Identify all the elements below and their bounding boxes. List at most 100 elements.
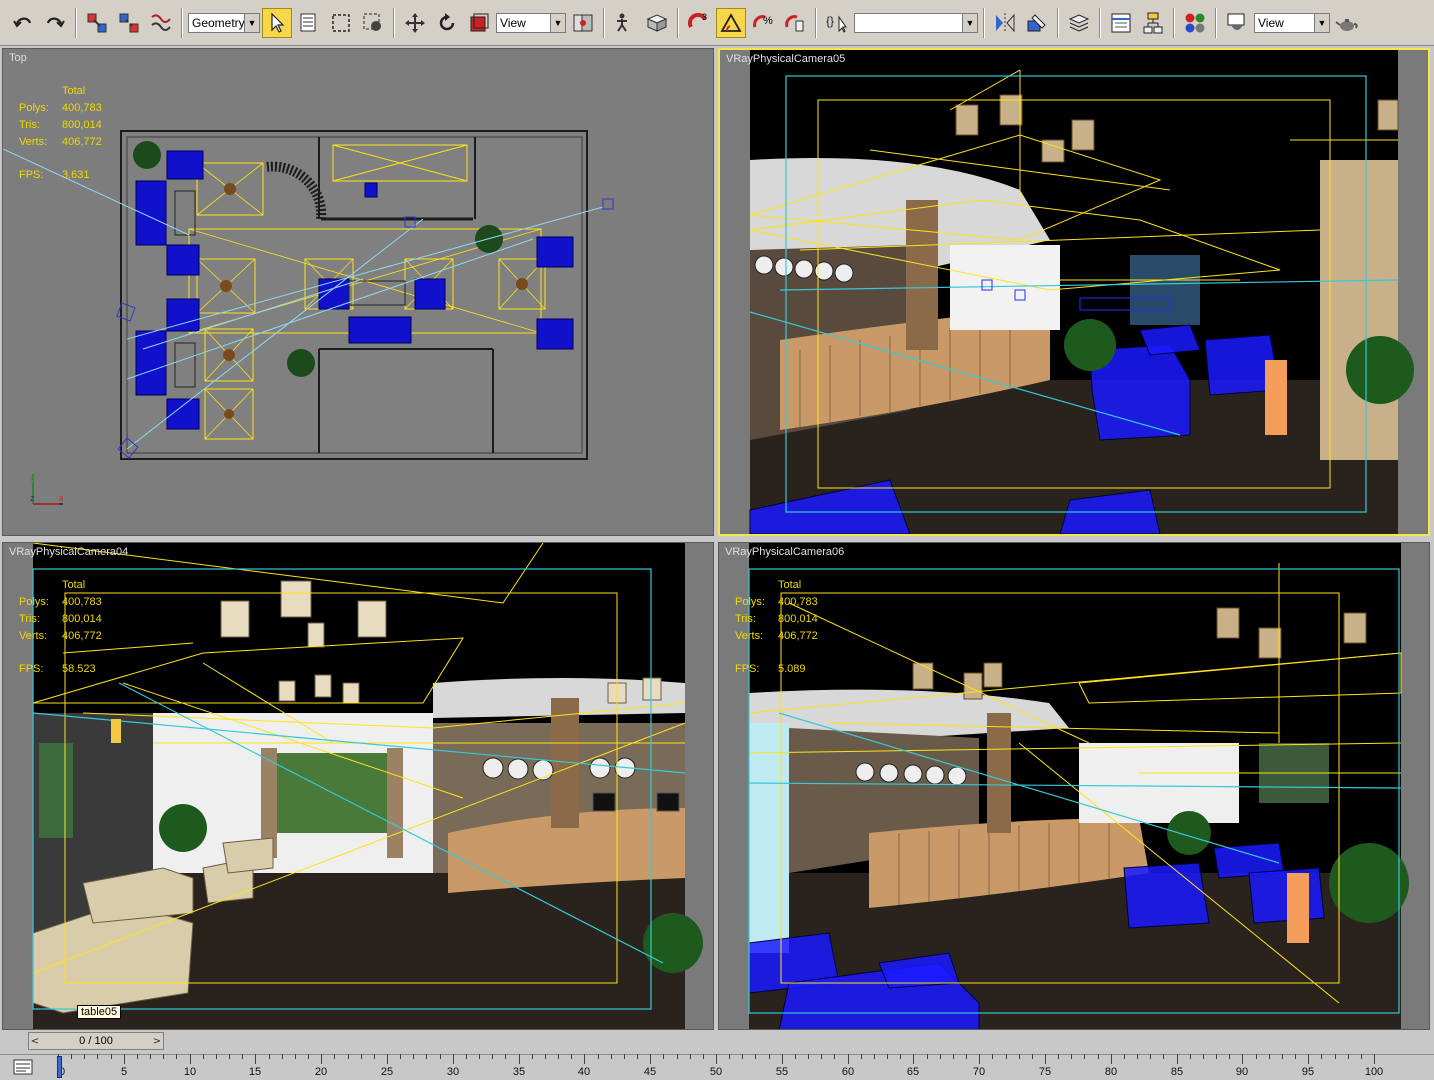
render-setup-button[interactable] bbox=[1222, 8, 1252, 38]
frame-tick bbox=[1163, 1054, 1164, 1059]
frame-tick bbox=[571, 1054, 572, 1059]
frame-tick bbox=[532, 1054, 533, 1059]
material-editor-button[interactable] bbox=[1180, 8, 1210, 38]
frame-tick-label: 100 bbox=[1364, 1066, 1384, 1078]
spinner-snap-toggle-button[interactable] bbox=[780, 8, 810, 38]
frame-tick bbox=[163, 1054, 164, 1059]
undo-button[interactable] bbox=[8, 8, 38, 38]
frame-tick bbox=[703, 1054, 704, 1059]
frame-tick bbox=[861, 1054, 862, 1059]
select-object-button[interactable] bbox=[262, 7, 292, 38]
stats-tris-value: 800,014 bbox=[778, 613, 818, 625]
top-view-scene[interactable]: y z x bbox=[3, 49, 714, 536]
pivot-center-button[interactable] bbox=[568, 8, 598, 38]
reference-coordinate-dropdown[interactable]: View ▼ bbox=[496, 12, 566, 33]
frame-tick bbox=[216, 1054, 217, 1059]
select-by-name-button[interactable] bbox=[294, 8, 324, 38]
angle-snap-icon bbox=[720, 12, 742, 32]
chevron-down-icon: ▼ bbox=[244, 13, 259, 32]
stats-fps-value: 3.631 bbox=[62, 169, 90, 181]
frame-tick bbox=[334, 1054, 335, 1059]
frame-tick bbox=[1177, 1054, 1178, 1064]
frame-tick bbox=[1282, 1054, 1283, 1059]
quick-render-button[interactable] bbox=[1332, 8, 1362, 38]
3dsmax-app: Geometry ▼ View ▼ 3 % {} ▼ View ▼ Top To… bbox=[0, 0, 1434, 1080]
viewport-camera04[interactable]: VRayPhysicalCamera04 Total Polys: 400,78… bbox=[2, 542, 714, 1030]
frame-tick bbox=[729, 1054, 730, 1059]
redo-icon bbox=[46, 17, 65, 28]
frame-tick-label: 90 bbox=[1235, 1066, 1249, 1078]
schematic-view-button[interactable] bbox=[1138, 8, 1168, 38]
frame-tick bbox=[1335, 1054, 1336, 1059]
axis-z-label: z bbox=[30, 493, 35, 503]
named-selection-sets-dropdown[interactable]: ▼ bbox=[854, 12, 978, 33]
time-slider[interactable]: < 0 / 100 > bbox=[28, 1032, 164, 1050]
camera05-scene[interactable] bbox=[720, 50, 1428, 534]
teapot-icon bbox=[1335, 18, 1358, 31]
toolbar-separator bbox=[1099, 7, 1101, 38]
frame-tick bbox=[637, 1054, 638, 1059]
frame-tick bbox=[558, 1054, 559, 1059]
pivot-icon bbox=[573, 14, 593, 31]
scale-icon bbox=[470, 13, 489, 31]
track-view-button[interactable] bbox=[1106, 8, 1136, 38]
frame-tick bbox=[611, 1054, 612, 1059]
viewport-camera06[interactable]: VRayPhysicalCamera06 Total Polys: 400,78… bbox=[718, 542, 1430, 1030]
snaps-toggle-button[interactable]: 3 bbox=[684, 8, 714, 38]
toolbar-separator bbox=[603, 7, 605, 38]
window-crossing-button[interactable] bbox=[358, 8, 388, 38]
selection-filter-dropdown[interactable]: Geometry ▼ bbox=[188, 12, 260, 33]
frame-tick bbox=[992, 1054, 993, 1059]
frame-tick bbox=[321, 1054, 322, 1064]
camera06-scene[interactable] bbox=[719, 543, 1430, 1030]
viewport-label-camera04[interactable]: VRayPhysicalCamera04 bbox=[9, 546, 128, 558]
frame-tick bbox=[1137, 1054, 1138, 1059]
frame-tick bbox=[519, 1054, 520, 1064]
layer-manager-button[interactable] bbox=[1064, 8, 1094, 38]
stats-verts-value: 406,772 bbox=[62, 136, 102, 148]
mini-curve-editor-icon[interactable] bbox=[12, 1057, 34, 1077]
align-button[interactable] bbox=[1022, 8, 1052, 38]
select-and-rotate-button[interactable] bbox=[432, 8, 462, 38]
keyboard-shortcut-override-button[interactable] bbox=[642, 8, 672, 38]
time-slider-next-button[interactable]: > bbox=[151, 1033, 163, 1049]
viewport-label-top[interactable]: Top bbox=[9, 52, 27, 64]
angle-snap-toggle-button[interactable] bbox=[716, 7, 746, 38]
viewport-label-camera05[interactable]: VRayPhysicalCamera05 bbox=[726, 53, 845, 65]
select-and-link-button[interactable] bbox=[82, 8, 112, 38]
align-icon bbox=[1027, 13, 1046, 31]
bind-space-warp-button[interactable] bbox=[146, 8, 176, 38]
rectangular-selection-button[interactable] bbox=[326, 8, 356, 38]
percent-snap-toggle-button[interactable]: % bbox=[748, 8, 778, 38]
select-and-manipulate-button[interactable] bbox=[610, 8, 640, 38]
time-slider-prev-button[interactable]: < bbox=[29, 1033, 41, 1049]
stats-polys-label: Polys: bbox=[19, 102, 49, 114]
frame-tick bbox=[137, 1054, 138, 1059]
frame-tick-label: 60 bbox=[841, 1066, 855, 1078]
frame-tick bbox=[1374, 1054, 1375, 1064]
frame-tick-label: 75 bbox=[1038, 1066, 1052, 1078]
viewport-label-camera06[interactable]: VRayPhysicalCamera06 bbox=[725, 546, 844, 558]
frame-tick bbox=[545, 1054, 546, 1059]
select-and-move-button[interactable] bbox=[400, 8, 430, 38]
frame-ruler[interactable]: 0 5 10 15 20 25 30 35 40 45 50 55 60 65 70 75 80 85 90 95 10… bbox=[58, 1054, 1383, 1080]
frame-tick bbox=[492, 1054, 493, 1059]
select-and-scale-button[interactable] bbox=[464, 8, 494, 38]
edit-named-selection-button[interactable]: {} bbox=[822, 8, 852, 38]
unlink-selection-button[interactable] bbox=[114, 8, 144, 38]
stats-fps-label: FPS: bbox=[19, 169, 44, 181]
redo-button[interactable] bbox=[40, 8, 70, 38]
snap-magnet-icon: 3 bbox=[687, 12, 707, 28]
frame-tick bbox=[979, 1054, 980, 1064]
frame-tick-label: 35 bbox=[512, 1066, 526, 1078]
render-area-dropdown[interactable]: View ▼ bbox=[1254, 12, 1330, 33]
current-frame-marker[interactable] bbox=[57, 1056, 62, 1078]
mirror-button[interactable] bbox=[990, 8, 1020, 38]
viewport-top[interactable]: Top Total Polys: 400,783 Tris: 800,014 Ver… bbox=[2, 48, 714, 536]
frame-tick-label: 55 bbox=[775, 1066, 789, 1078]
frame-tick bbox=[1019, 1054, 1020, 1059]
camera04-scene[interactable] bbox=[3, 543, 714, 1030]
frame-tick bbox=[84, 1054, 85, 1059]
stats-fps-label: FPS: bbox=[19, 663, 44, 675]
viewport-camera05[interactable]: VRayPhysicalCamera05 bbox=[718, 48, 1430, 536]
